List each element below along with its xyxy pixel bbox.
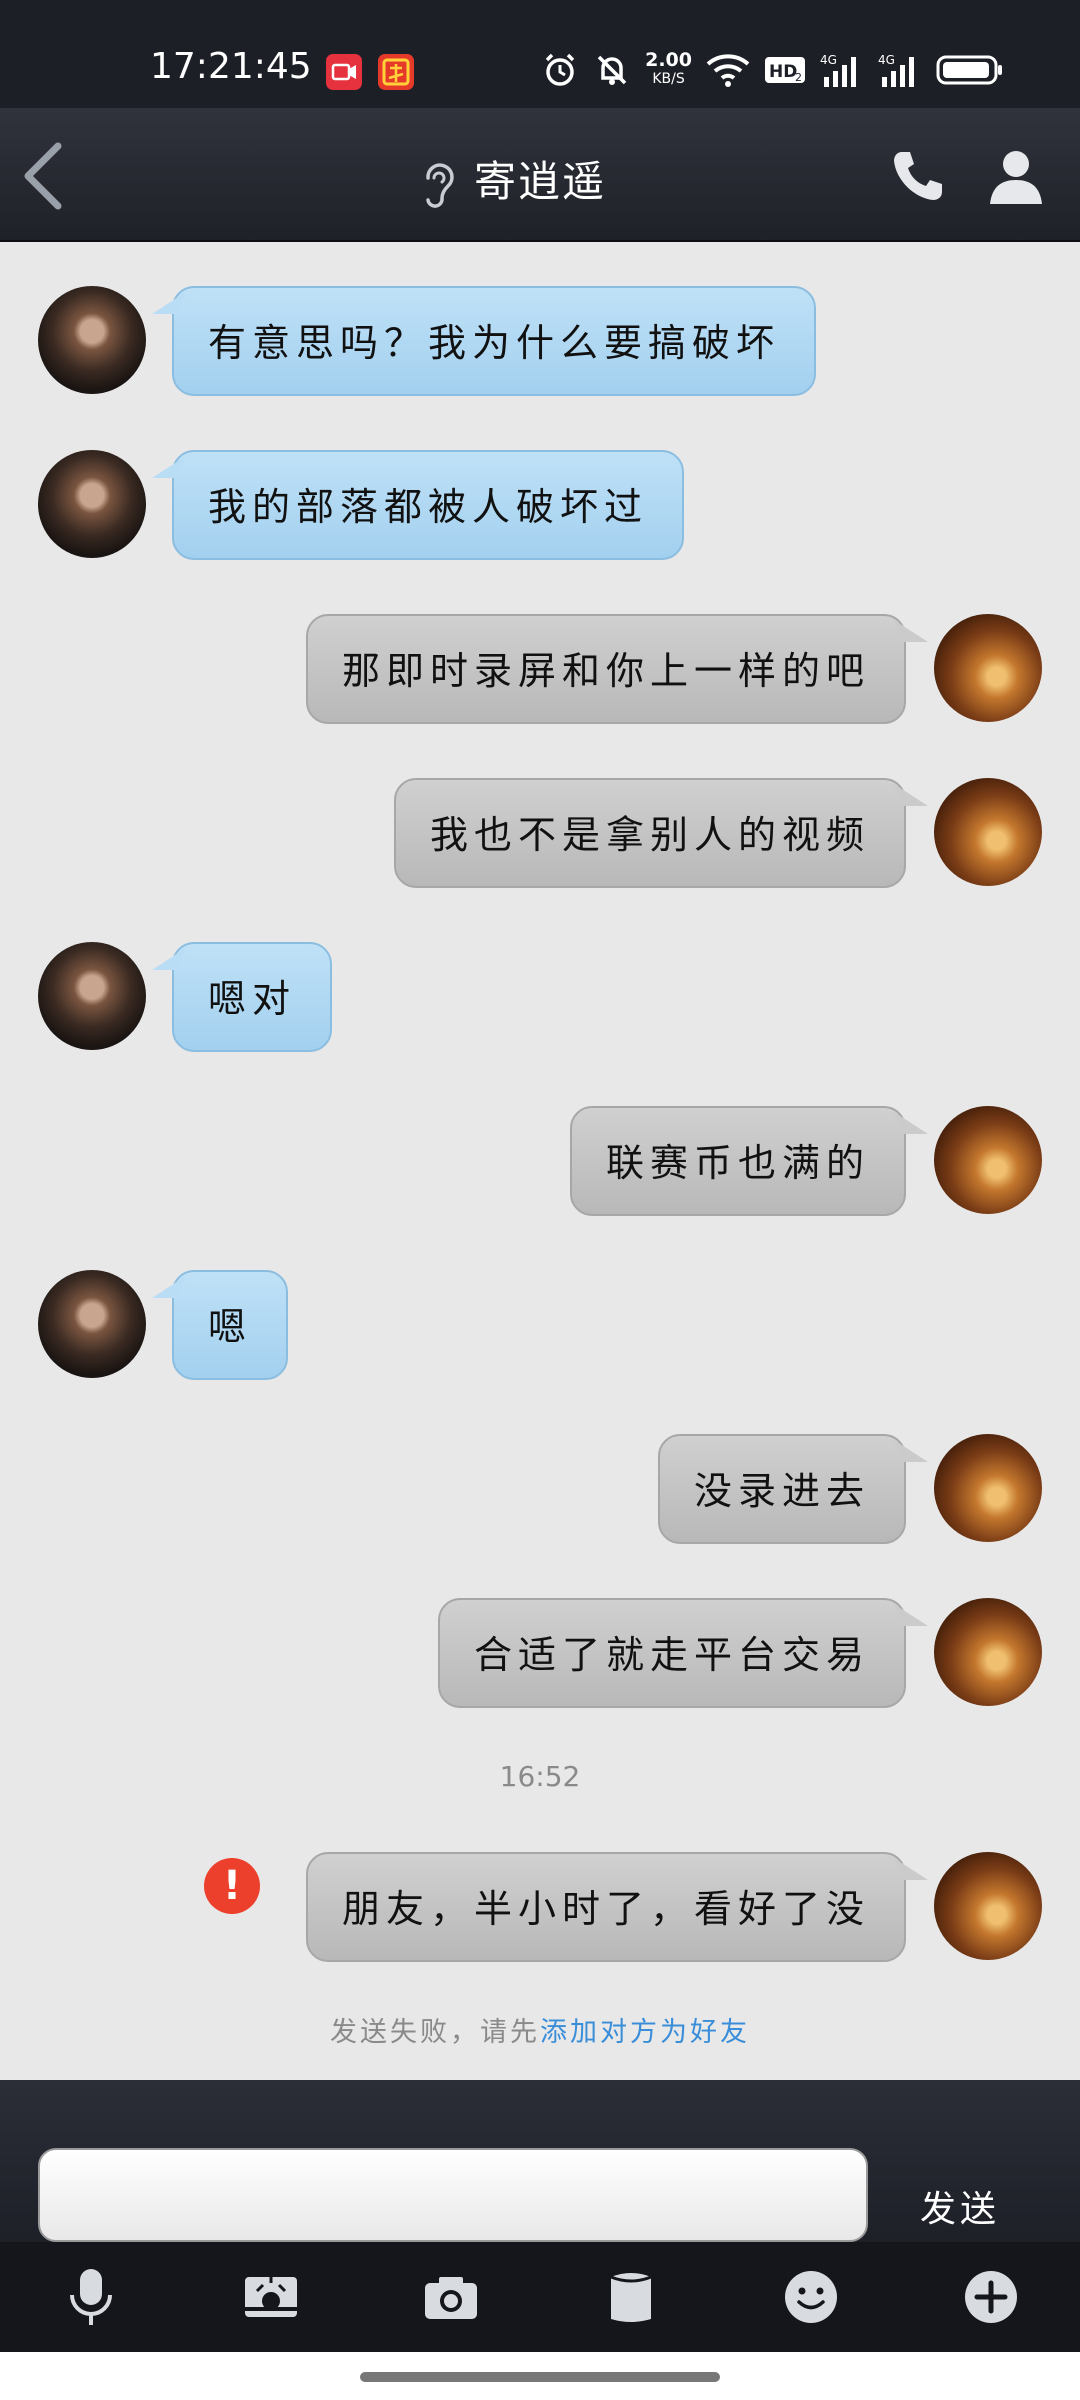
profile-icon bbox=[990, 151, 1042, 204]
voice-input-button[interactable] bbox=[56, 2266, 126, 2328]
message-bubble-outgoing[interactable]: 联赛币也满的 bbox=[569, 1106, 906, 1216]
status-bar: 17:21:45 2.00 KB/S HD 2 4G 4G bbox=[0, 0, 1080, 108]
network-speed-unit: KB/S bbox=[652, 71, 685, 87]
message-bubble-outgoing[interactable]: 合适了就走平台交易 bbox=[437, 1598, 906, 1708]
message-bubble-outgoing[interactable]: 朋友，半小时了，看好了没 bbox=[305, 1852, 906, 1962]
more-button[interactable] bbox=[956, 2266, 1026, 2328]
signal-4g-icon: 4G bbox=[878, 53, 914, 87]
svg-text:HD: HD bbox=[769, 62, 797, 82]
send-failed-icon[interactable]: ! bbox=[204, 1858, 260, 1914]
network-speed-value: 2.00 bbox=[645, 49, 692, 71]
wifi-icon bbox=[706, 54, 750, 87]
my-avatar[interactable] bbox=[934, 778, 1042, 886]
contact-avatar[interactable] bbox=[38, 450, 146, 558]
hd-icon: HD2 bbox=[765, 57, 805, 84]
file-icon bbox=[610, 2273, 652, 2322]
message-bubble-outgoing[interactable]: 那即时录屏和你上一样的吧 bbox=[305, 614, 906, 724]
app-notification-icon bbox=[378, 54, 414, 90]
microphone-icon bbox=[70, 2269, 112, 2325]
input-toolbar bbox=[0, 2242, 1080, 2352]
message-input[interactable] bbox=[38, 2148, 868, 2242]
emoji-icon bbox=[785, 2271, 837, 2323]
signal-4g-icon: 4G bbox=[820, 53, 856, 87]
message-bubble-incoming[interactable]: 嗯对 bbox=[172, 942, 333, 1052]
gesture-bar bbox=[0, 2352, 1080, 2400]
svg-text:4G: 4G bbox=[820, 53, 837, 67]
message-bubble-incoming[interactable]: 嗯 bbox=[172, 1270, 289, 1380]
emoji-button[interactable] bbox=[776, 2266, 846, 2328]
my-avatar[interactable] bbox=[934, 1106, 1042, 1214]
ear-icon bbox=[426, 163, 454, 208]
send-failed-text: 发送失败，请先 bbox=[330, 2017, 540, 2048]
network-speed: 2.00 KB/S bbox=[645, 51, 692, 89]
my-avatar[interactable] bbox=[934, 614, 1042, 722]
contact-avatar[interactable] bbox=[38, 942, 146, 1050]
my-avatar[interactable] bbox=[934, 1434, 1042, 1542]
my-avatar[interactable] bbox=[934, 1598, 1042, 1706]
alarm-icon bbox=[545, 53, 575, 86]
message-bubble-outgoing[interactable]: 我也不是拿别人的视频 bbox=[393, 778, 906, 888]
battery-icon bbox=[936, 55, 1002, 85]
camera-icon bbox=[425, 2277, 477, 2319]
chat-screen: 17:21:45 2.00 KB/S HD 2 4G 4G 寄逍遥 有意思吗？我… bbox=[0, 0, 1080, 2400]
message-list[interactable]: 有意思吗？我为什么要搞破坏 我的部落都被人破坏过 那即时录屏和你上一样的吧 我也… bbox=[0, 244, 1080, 2080]
contact-profile-button[interactable] bbox=[988, 146, 1044, 206]
svg-text:4G: 4G bbox=[878, 53, 895, 67]
photo-album-button[interactable] bbox=[236, 2266, 306, 2328]
file-button[interactable] bbox=[596, 2266, 666, 2328]
home-indicator[interactable] bbox=[360, 2372, 720, 2382]
message-bubble-outgoing[interactable]: 没录进去 bbox=[657, 1434, 906, 1544]
back-button[interactable] bbox=[14, 138, 74, 214]
svg-text:2: 2 bbox=[795, 71, 802, 84]
message-bubble-incoming[interactable]: 有意思吗？我为什么要搞破坏 bbox=[172, 286, 817, 396]
message-bubble-incoming[interactable]: 我的部落都被人破坏过 bbox=[172, 450, 685, 560]
message-timestamp: 16:52 bbox=[499, 1760, 581, 1793]
status-icons: 2.00 KB/S HD 2 4G 4G bbox=[541, 48, 1004, 92]
screen-record-icon bbox=[326, 54, 362, 90]
add-friend-link[interactable]: 添加对方为好友 bbox=[540, 2017, 750, 2048]
back-icon bbox=[24, 142, 62, 210]
camera-button[interactable] bbox=[416, 2266, 486, 2328]
mute-icon bbox=[597, 55, 627, 85]
my-avatar[interactable] bbox=[934, 1852, 1042, 1960]
contact-avatar[interactable] bbox=[38, 1270, 146, 1378]
phone-icon bbox=[894, 152, 942, 200]
page-title: 寄逍遥 bbox=[474, 157, 607, 206]
send-button[interactable]: 发送 bbox=[920, 2180, 1000, 2232]
status-time: 17:21:45 bbox=[150, 46, 312, 87]
voice-call-button[interactable] bbox=[888, 146, 948, 206]
send-failed-notice: 发送失败，请先添加对方为好友 bbox=[0, 2010, 1080, 2049]
plus-icon bbox=[965, 2271, 1017, 2323]
contact-avatar[interactable] bbox=[38, 286, 146, 394]
photo-icon bbox=[245, 2277, 297, 2317]
composer: 发送 bbox=[0, 2080, 1080, 2242]
chat-header: 寄逍遥 bbox=[0, 108, 1080, 242]
